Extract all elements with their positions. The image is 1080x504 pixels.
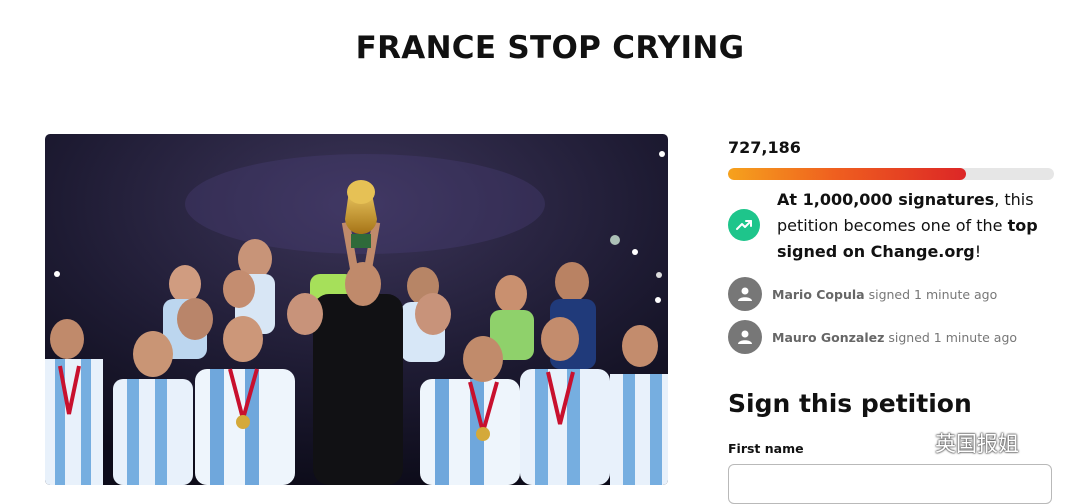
- first-name-input[interactable]: [728, 464, 1052, 504]
- petition-image: [45, 134, 668, 485]
- wechat-icon: [897, 431, 928, 455]
- sign-petition-heading: Sign this petition: [728, 389, 972, 418]
- signer-name: Mauro Gonzalez: [772, 329, 885, 345]
- goal-target: At 1,000,000 signatures: [777, 190, 995, 209]
- signature-progress-fill: [728, 168, 966, 180]
- user-avatar-icon: [728, 277, 762, 311]
- signer-action: signed 1 minute ago: [888, 329, 1018, 345]
- petition-title: FRANCE STOP CRYING: [355, 30, 745, 66]
- watermark-text: 英国报姐: [935, 432, 1019, 456]
- first-name-label: First name: [728, 441, 804, 456]
- goal-text-end: !: [974, 242, 982, 261]
- recent-signer: Mauro Gonzalez signed 1 minute ago: [728, 320, 1058, 354]
- signature-count: 727,186: [728, 138, 801, 157]
- recent-signer: Mario Copula signed 1 minute ago: [728, 277, 1058, 311]
- user-avatar-icon: [728, 320, 762, 354]
- signature-goal-message: At 1,000,000 signatures, this petition b…: [777, 187, 1057, 265]
- recent-signer-text: Mauro Gonzalez signed 1 minute ago: [772, 330, 1017, 345]
- watermark: 英国报姐: [897, 428, 1019, 458]
- signer-action: signed 1 minute ago: [868, 286, 998, 302]
- signature-progress-bar: [728, 168, 1054, 180]
- signer-name: Mario Copula: [772, 286, 865, 302]
- recent-signer-text: Mario Copula signed 1 minute ago: [772, 287, 997, 302]
- trending-up-icon: [728, 209, 760, 241]
